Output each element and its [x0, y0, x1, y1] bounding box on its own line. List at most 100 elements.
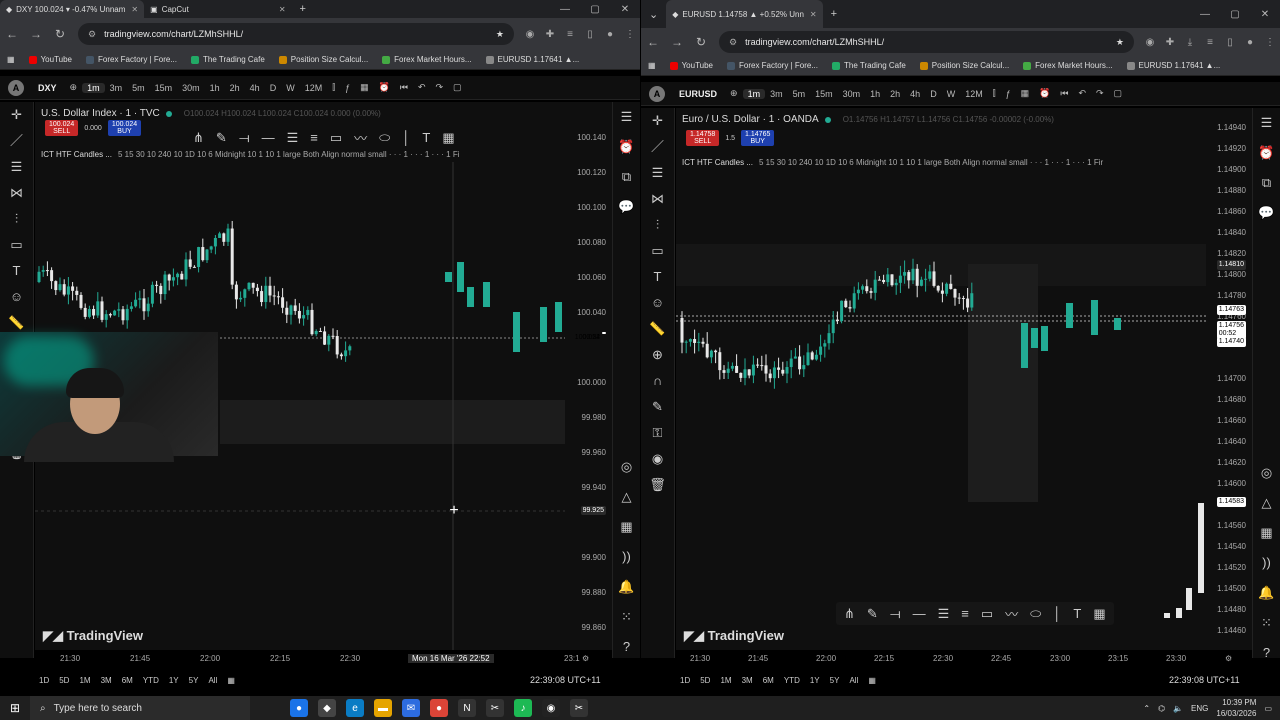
tray-chevron-icon[interactable]: ⌃	[1143, 704, 1150, 713]
maximize-icon[interactable]: ▢	[580, 4, 610, 15]
new-tab-button[interactable]: +	[292, 3, 314, 15]
alerts-icon[interactable]: ⏰	[1253, 138, 1280, 168]
buy-button[interactable]: 100.024 BUY	[107, 120, 142, 136]
emoji-icon[interactable]: ☺	[641, 290, 674, 316]
chat-icon[interactable]: 💬	[613, 192, 640, 222]
edge-app-icon[interactable]: e	[346, 699, 364, 717]
fib-icon[interactable]: ☰	[0, 154, 33, 180]
path-icon[interactable]: 〰	[354, 128, 367, 147]
zoom-icon[interactable]: ⊕	[641, 342, 674, 368]
bookmark-eurusd[interactable]: EURUSD 1.17641 ▲...	[479, 55, 587, 64]
pen-icon[interactable]: ✎	[216, 130, 227, 146]
tab-capcut[interactable]: ▣ CapCut ✕	[144, 0, 291, 18]
range-all[interactable]: All	[849, 676, 858, 685]
tab-eurusd[interactable]: ◆ EURUSD 1.14758 ▲ +0.52% Unn ✕	[666, 0, 823, 28]
timeframe-4h[interactable]: 4h	[905, 89, 925, 99]
close-icon[interactable]: ✕	[810, 10, 817, 19]
undo-icon[interactable]: ↶	[413, 82, 431, 93]
hline-icon[interactable]: —	[913, 606, 926, 621]
range-1y[interactable]: 1Y	[169, 676, 179, 685]
back-icon[interactable]: ←	[641, 35, 665, 49]
bookmark-forex-hours[interactable]: Forex Market Hours...	[1016, 61, 1119, 70]
close-window-icon[interactable]: ✕	[610, 4, 640, 15]
range-5y[interactable]: 5Y	[830, 676, 840, 685]
triangle-icon[interactable]: △	[613, 482, 640, 512]
range-6m[interactable]: 6M	[763, 676, 774, 685]
candle-type-icon[interactable]: ⫿	[988, 88, 1001, 99]
symbol-search[interactable]: EURUSD	[671, 89, 725, 99]
timeframe-d[interactable]: D	[265, 83, 282, 93]
time-axis[interactable]: 21:30 21:45 22:00 22:15 22:30 23:1 Mon 16 Mar …	[34, 650, 612, 670]
apps-icon[interactable]: ▦	[641, 61, 663, 70]
pen-icon[interactable]: ✎	[867, 606, 878, 622]
tray-datetime[interactable]: 10:39 PM 16/03/2026	[1216, 697, 1256, 719]
watchlist-icon[interactable]: ☰	[1253, 108, 1280, 138]
triangle-icon[interactable]: △	[1253, 488, 1280, 518]
forecast-icon[interactable]: ⫶	[641, 212, 674, 238]
back-icon[interactable]: ←	[0, 27, 24, 41]
vline-icon[interactable]: │	[402, 130, 410, 145]
volume-icon[interactable]: 🔈	[1173, 704, 1183, 713]
pattern-icon[interactable]: ⋈	[0, 180, 33, 206]
timeframe-1m[interactable]: 1m	[742, 88, 766, 99]
extension-icon[interactable]: ◉	[520, 29, 540, 40]
notion-app-icon[interactable]: N	[458, 699, 476, 717]
close-window-icon[interactable]: ✕	[1250, 9, 1280, 20]
account-avatar[interactable]: A	[649, 85, 665, 102]
timeframe-15m[interactable]: 15m	[810, 89, 838, 99]
reload-icon[interactable]: ↻	[689, 35, 713, 49]
apps-icon[interactable]: ▦	[0, 55, 22, 64]
apps-grid-icon[interactable]: ⁙	[1253, 608, 1280, 638]
layers-icon[interactable]: ⧉	[1253, 168, 1280, 198]
bookmark-position-size[interactable]: Position Size Calcul...	[272, 55, 375, 64]
timeframe-15m[interactable]: 15m	[150, 83, 178, 93]
new-tab-button[interactable]: +	[823, 8, 845, 20]
path-icon[interactable]: 〰	[1005, 604, 1018, 623]
target-icon[interactable]: ◎	[613, 452, 640, 482]
timeframe-12m[interactable]: 12M	[300, 83, 328, 93]
extensions-puzzle-icon[interactable]: ✚	[540, 29, 560, 40]
range-3m[interactable]: 3M	[742, 676, 753, 685]
layout-icon[interactable]: ▦	[1016, 88, 1035, 99]
tab-dxy[interactable]: ◆ DXY 100.024 ▾ -0.47% Unnam ✕	[0, 0, 145, 18]
pitchfork-icon[interactable]: ⋔	[193, 130, 204, 146]
capcut2-app-icon[interactable]: ✂	[570, 699, 588, 717]
range-3m[interactable]: 3M	[101, 676, 112, 685]
ray-icon[interactable]: ⟞	[890, 606, 901, 622]
sidepanel-icon[interactable]: ▯	[1220, 37, 1240, 48]
redo-icon[interactable]: ↷	[1091, 88, 1109, 99]
rect-icon[interactable]: ▭	[330, 130, 342, 146]
timeframe-3m[interactable]: 3m	[105, 83, 128, 93]
range-all[interactable]: All	[208, 676, 217, 685]
price-axis[interactable]: 1.14940 1.14920 1.14900 1.14880 1.14860 1.148…	[1198, 108, 1252, 650]
crosshair-icon[interactable]: ✛	[0, 102, 33, 128]
ray-icon[interactable]: ⟞	[239, 130, 250, 146]
fullscreen-icon[interactable]: ▢	[448, 82, 467, 93]
redo-icon[interactable]: ↷	[431, 82, 449, 93]
sell-button[interactable]: 100.024 SELL	[45, 120, 79, 136]
media-icon[interactable]: ≡	[1200, 37, 1220, 48]
extension-icon[interactable]: ◉	[1140, 37, 1160, 48]
text-tool-icon[interactable]: T	[422, 130, 430, 145]
fib-retrace-icon[interactable]: ☰	[287, 130, 299, 146]
bookmark-tradingcafe[interactable]: The Trading Cafe	[184, 55, 272, 64]
crosshair-icon[interactable]: ✛	[641, 108, 674, 134]
bookmark-youtube[interactable]: YouTube	[663, 61, 720, 70]
range-5y[interactable]: 5Y	[189, 676, 199, 685]
apps-grid-icon[interactable]: ⁙	[613, 602, 640, 632]
extensions-puzzle-icon[interactable]: ✚	[1160, 37, 1180, 48]
forward-icon[interactable]: →	[24, 27, 48, 41]
ellipse-icon[interactable]: ⬭	[1030, 606, 1041, 622]
notifications-icon[interactable]: ▭	[1264, 704, 1272, 713]
channel-icon[interactable]: ≡	[961, 606, 969, 621]
broadcast-icon[interactable]: ))	[613, 542, 640, 572]
settings-icon[interactable]: ⚙	[582, 654, 589, 663]
url-field[interactable]: ⚙ tradingview.com/chart/LZMhSHHL/ ★	[78, 23, 514, 45]
menu-icon[interactable]: ⋮	[1260, 37, 1280, 48]
range-1m[interactable]: 1M	[720, 676, 731, 685]
bookmark-position-size[interactable]: Position Size Calcul...	[913, 61, 1016, 70]
copilot-app-icon[interactable]: ◆	[318, 699, 336, 717]
forecast-icon[interactable]: ⫶	[0, 206, 33, 232]
minimize-icon[interactable]: —	[1190, 9, 1220, 20]
chat-icon[interactable]: 💬	[1253, 198, 1280, 228]
